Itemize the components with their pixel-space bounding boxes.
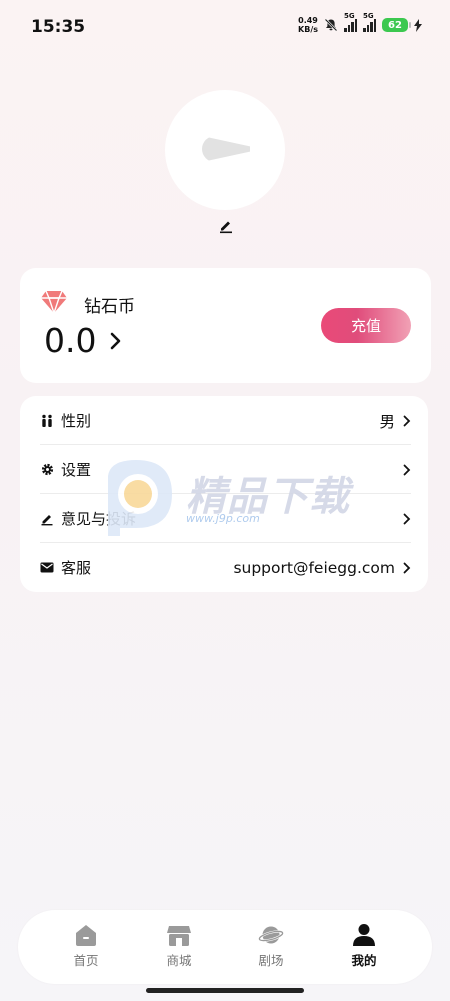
status-bar: 15:35 0.49 KB/s 5G 5G 62 — [0, 0, 450, 54]
home-indicator[interactable] — [146, 988, 304, 993]
nav-item-mine[interactable]: 我的 — [334, 922, 394, 969]
nav-item-shop[interactable]: 商城 — [149, 922, 209, 969]
diamond-card: 钻石币 0.0 充值 — [20, 268, 431, 383]
pencil-icon — [40, 512, 54, 526]
chevron-right-icon — [403, 464, 411, 475]
avatar-placeholder-icon — [202, 136, 250, 162]
diamond-balance[interactable]: 0.0 — [44, 321, 96, 360]
nav-item-theater[interactable]: 剧场 — [241, 922, 301, 969]
watermark-url: www.j9p.com — [186, 512, 260, 525]
chevron-right-icon — [403, 562, 411, 573]
battery-icon: 62 — [382, 18, 411, 32]
shop-icon — [167, 926, 191, 946]
chevron-right-icon — [403, 513, 411, 524]
bottom-nav: 首页 商城 剧场 我的 — [18, 910, 432, 984]
chevron-right-icon[interactable] — [110, 332, 122, 350]
watermark-logo-icon — [108, 460, 172, 536]
edit-profile-pencil-icon[interactable] — [218, 218, 234, 234]
support-email: support@feiegg.com — [233, 558, 395, 577]
planet-icon — [258, 926, 284, 944]
status-time: 15:35 — [31, 17, 86, 37]
cell-signal-1-icon: 5G — [344, 12, 357, 32]
network-speed: 0.49 KB/s — [298, 16, 318, 34]
home-icon — [76, 925, 96, 946]
bell-muted-icon — [324, 18, 338, 32]
cell-signal-2-icon: 5G — [363, 12, 376, 32]
nav-item-home[interactable]: 首页 — [56, 922, 116, 969]
avatar[interactable] — [165, 90, 285, 210]
settings-item-gender[interactable]: 性别 男 — [40, 396, 411, 445]
gear-icon — [40, 463, 54, 477]
status-icons: 0.49 KB/s 5G 5G 62 — [298, 12, 422, 34]
settings-item-support[interactable]: 客服 support@feiegg.com — [40, 543, 411, 592]
gem-icon — [41, 290, 67, 315]
gender-icon — [40, 414, 54, 428]
recharge-button[interactable]: 充值 — [321, 308, 411, 343]
gender-value: 男 — [379, 412, 395, 431]
user-icon — [353, 924, 375, 946]
diamond-title: 钻石币 — [84, 297, 135, 317]
watermark: 精品下载 www.j9p.com — [98, 456, 358, 536]
chevron-right-icon — [403, 415, 411, 426]
charging-icon — [414, 18, 422, 32]
mail-icon — [40, 561, 54, 575]
